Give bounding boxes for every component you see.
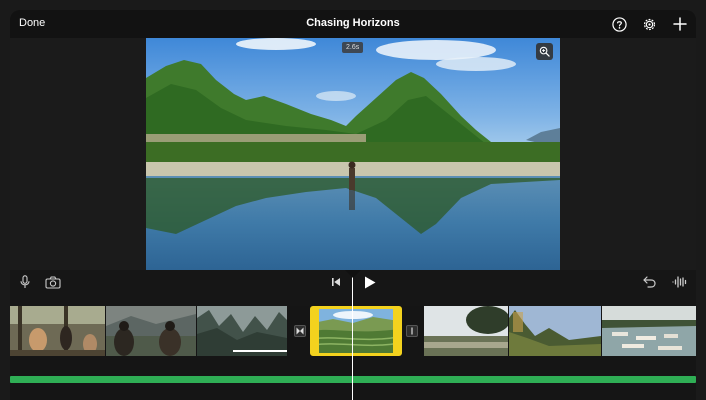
video-viewer: 2.6s [10,38,696,270]
karst-peak-thumbnail [509,306,601,356]
karst-peak-clip[interactable] [509,306,601,356]
help-icon[interactable] [610,15,628,33]
landscape-preview-image [146,38,560,270]
skip-to-start-icon[interactable] [329,275,343,289]
boats-river-thumbnail [602,306,696,356]
timeline[interactable] [10,306,696,400]
play-icon[interactable] [362,274,378,290]
settings-gear-icon[interactable] [640,15,658,33]
hikers-mountain-clip[interactable] [106,306,196,356]
hikers-mountain-thumbnail [106,306,196,356]
trim-handle-right[interactable] [393,309,399,353]
rice-terraces-thumbnail [313,309,399,353]
project-title: Chasing Horizons [306,17,400,29]
playhead[interactable] [352,272,353,400]
imovie-project-window: Done Chasing Horizons 2.6s [10,10,696,400]
hikers-forest-clip[interactable] [10,306,105,356]
karst-valley-thumbnail [197,306,287,356]
video-preview[interactable]: 2.6s [146,38,560,270]
trim-handle-left[interactable] [313,309,319,353]
top-bar: Done Chasing Horizons [10,10,696,38]
playhead-cap [345,270,361,278]
zoom-in-icon[interactable] [536,43,553,60]
undo-icon[interactable] [641,274,657,290]
riverside-trees-clip[interactable] [424,306,508,356]
trim-line [233,350,287,352]
camera-icon[interactable] [44,274,62,290]
clip-duration-badge: 2.6s [342,42,364,53]
boats-river-clip[interactable] [602,306,696,356]
add-plus-icon[interactable] [671,15,689,33]
microphone-icon[interactable] [18,274,32,290]
rice-terraces-clip[interactable] [310,306,402,356]
riverside-trees-thumbnail [424,306,508,356]
cross-dissolve-transition-icon[interactable] [294,325,306,337]
audio-waveform-icon[interactable] [671,274,689,290]
hikers-forest-thumbnail [10,306,105,356]
none-transition-icon[interactable] [406,325,418,337]
audio-track[interactable] [10,376,696,383]
karst-valley-clip[interactable] [197,306,287,356]
